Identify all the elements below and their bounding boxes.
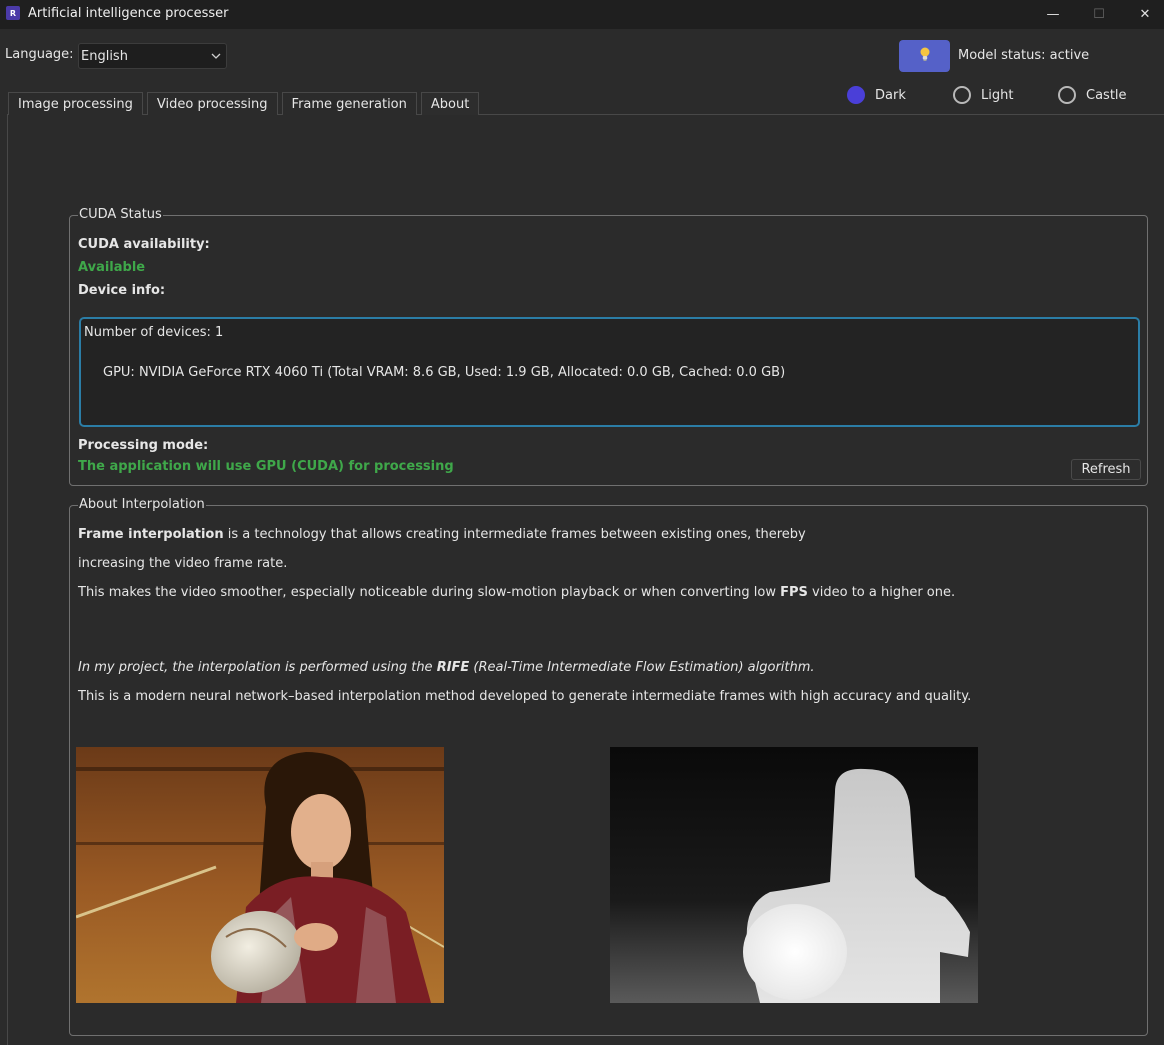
paragraph-3-text: This makes the video smoother, especiall… — [78, 585, 781, 600]
processing-mode-value: The application will use GPU (CUDA) for … — [78, 459, 454, 474]
tab-image-processing[interactable]: Image processing — [8, 92, 143, 115]
theme-radio-label: Light — [981, 87, 1014, 103]
app-window: R Artificial intelligence processer — ☐ … — [0, 0, 1164, 1045]
theme-radio-light[interactable]: Light — [953, 86, 1013, 104]
chevron-down-icon — [210, 50, 222, 66]
cuda-availability-value: Available — [78, 260, 146, 275]
cuda-availability-label: CUDA availability: — [78, 237, 210, 252]
radio-indicator — [953, 86, 971, 104]
window-title: Artificial intelligence processer — [28, 6, 229, 21]
processing-mode-label: Processing mode: — [78, 438, 209, 453]
paragraph-3: This makes the video smoother, especiall… — [78, 585, 955, 600]
radio-indicator — [847, 86, 865, 104]
cuda-group-title: CUDA Status — [78, 207, 163, 222]
language-select-value: English — [81, 48, 128, 64]
device-info-textbox[interactable]: Number of devices: 1 GPU: NVIDIA GeForce… — [79, 317, 1140, 427]
app-logo-icon: R — [6, 6, 20, 20]
language-label: Language: — [5, 47, 74, 62]
close-button[interactable]: ✕ — [1122, 0, 1164, 29]
model-status-text: Model status: active — [958, 48, 1090, 63]
paragraph-4-bold: RIFE — [436, 660, 470, 675]
paragraph-5: This is a modern neural network–based in… — [78, 689, 972, 704]
paragraph-3-tail: video to a higher one. — [807, 585, 956, 600]
tab-video-processing[interactable]: Video processing — [146, 92, 278, 115]
tab-frame-generation[interactable]: Frame generation — [281, 92, 417, 115]
tab-bar: Image processing Video processing Frame … — [8, 92, 483, 115]
paragraph-1-bold: Frame interpolation — [78, 527, 224, 542]
maximize-button[interactable]: ☐ — [1076, 0, 1122, 29]
original-frame-image — [76, 747, 444, 1003]
gpu-info-text: GPU: NVIDIA GeForce RTX 4060 Ti (Total V… — [103, 365, 786, 380]
paragraph-4-text: In my project, the interpolation is perf… — [78, 660, 437, 675]
device-info-label: Device info: — [78, 283, 166, 298]
paragraph-1-text: is a technology that allows creating int… — [223, 527, 806, 542]
paragraph-3-bold: FPS — [780, 585, 808, 600]
tab-about[interactable]: About — [420, 92, 480, 115]
about-interpolation-group: About Interpolation Frame interpolation … — [69, 497, 1148, 1036]
title-bar: R Artificial intelligence processer — ☐ … — [0, 0, 1164, 29]
theme-radio-castle[interactable]: Castle — [1058, 86, 1127, 104]
depth-map-image — [610, 747, 978, 1003]
theme-radio-label: Castle — [1086, 87, 1127, 103]
paragraph-1: Frame interpolation is a technology that… — [78, 527, 806, 542]
about-group-title: About Interpolation — [78, 497, 206, 512]
paragraph-4-tail: (Real-Time Intermediate Flow Estimation)… — [469, 660, 815, 675]
device-count-text: Number of devices: 1 — [84, 325, 224, 340]
theme-radio-dark[interactable]: Dark — [847, 86, 906, 104]
theme-radio-label: Dark — [875, 87, 906, 103]
language-select[interactable]: English — [78, 43, 227, 69]
paragraph-2: increasing the video frame rate. — [78, 556, 288, 571]
radio-indicator — [1058, 86, 1076, 104]
lightbulb-icon — [918, 46, 932, 66]
cuda-status-group: CUDA Status CUDA availability: Available… — [69, 207, 1148, 486]
paragraph-4: In my project, the interpolation is perf… — [78, 660, 815, 675]
minimize-button[interactable]: — — [1030, 0, 1076, 29]
model-toggle-button[interactable] — [899, 40, 950, 72]
refresh-button[interactable]: Refresh — [1071, 459, 1141, 480]
